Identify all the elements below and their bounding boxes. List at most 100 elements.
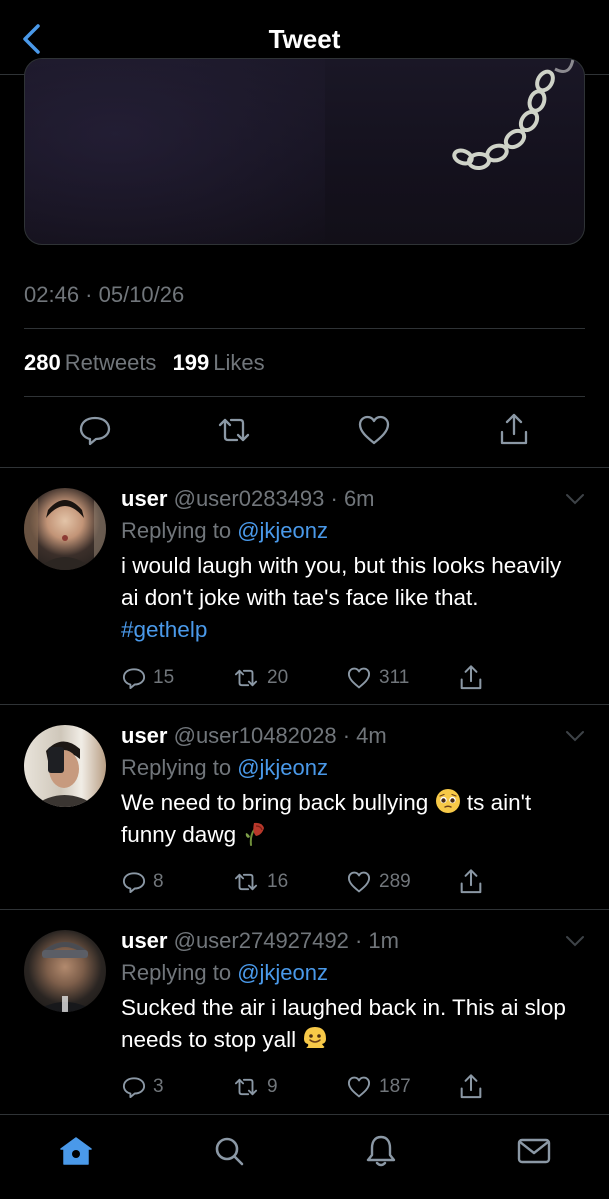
like-count: 289 <box>379 871 411 892</box>
retweet-button[interactable] <box>216 412 252 448</box>
reply-header: user @user274927492 · 1m <box>121 928 399 954</box>
display-name[interactable]: user <box>121 486 167 511</box>
share-icon <box>460 665 482 690</box>
pleading-face-emoji-icon <box>435 789 460 813</box>
avatar-portrait <box>34 942 96 1012</box>
share-button[interactable] <box>457 868 491 896</box>
replying-to-label: Replying to <box>121 960 232 985</box>
reply-button[interactable] <box>77 412 113 448</box>
search-icon <box>215 1137 244 1166</box>
chevron-down-icon[interactable] <box>565 729 585 743</box>
reply-tweet[interactable]: user @user10482028 · 4m Replying to @jkj… <box>0 723 609 909</box>
divider <box>0 909 609 910</box>
like-count-button[interactable]: 187 <box>345 1073 411 1101</box>
reply-count-button[interactable]: 3 <box>121 1073 164 1101</box>
handle-and-time: @user274927492 · 1m <box>173 928 399 953</box>
retweet-icon <box>218 418 250 442</box>
divider <box>0 467 609 468</box>
reply-header: user @user10482028 · 4m <box>121 723 387 749</box>
likes-label[interactable]: Likes <box>213 350 264 375</box>
speech-bubble-icon <box>122 1077 146 1099</box>
replying-to: Replying to @jkjeonz <box>121 518 328 544</box>
replying-to-handle[interactable]: @jkjeonz <box>237 518 328 543</box>
retweet-count-button[interactable]: 20 <box>231 664 288 692</box>
share-button[interactable] <box>496 412 532 448</box>
like-count: 311 <box>379 667 410 688</box>
reply-tweet[interactable]: user @user274927492 · 1m Replying to @jk… <box>0 928 609 1114</box>
tweet-actions <box>0 412 609 452</box>
avatar-portrait <box>24 488 106 570</box>
like-count-button[interactable]: 311 <box>345 664 409 692</box>
media-chain-detail <box>452 59 575 171</box>
retweet-count: 20 <box>267 667 289 688</box>
like-count-button[interactable]: 289 <box>345 868 411 896</box>
avatar[interactable] <box>24 725 106 807</box>
handle-and-time: @user10482028 · 4m <box>173 723 387 748</box>
home-icon <box>60 1137 92 1165</box>
heart-icon <box>347 1076 371 1098</box>
display-name[interactable]: user <box>121 723 167 748</box>
share-icon <box>460 1074 482 1099</box>
replying-to-label: Replying to <box>121 755 232 780</box>
reply-text: i would laugh with you, but this looks h… <box>121 550 571 646</box>
tweet-stats: 280 Retweets 199 Likes <box>24 350 275 376</box>
reply-text: We need to bring back bullying ts ain't … <box>121 787 571 851</box>
heart-icon <box>347 667 371 689</box>
reply-body: i would laugh with you, but this looks h… <box>121 553 562 610</box>
bell-icon <box>366 1135 396 1167</box>
like-count: 187 <box>379 1076 411 1097</box>
hashtag-link[interactable]: #gethelp <box>121 617 207 642</box>
replying-to: Replying to @jkjeonz <box>121 755 328 781</box>
speech-bubble-icon <box>79 416 111 446</box>
share-icon <box>500 413 528 445</box>
reply-actions: 8 16 289 <box>121 868 591 896</box>
reply-count: 3 <box>153 1076 164 1097</box>
display-name[interactable]: user <box>121 928 167 953</box>
heart-icon <box>358 415 390 445</box>
bottom-tab-bar <box>0 1114 609 1199</box>
page-title: Tweet <box>268 24 341 54</box>
retweet-count[interactable]: 280 <box>24 350 61 375</box>
chevron-down-icon[interactable] <box>565 934 585 948</box>
handle-and-time: @user0283493 · 6m <box>173 486 375 511</box>
avatar-portrait <box>32 741 98 807</box>
tab-notifications[interactable] <box>363 1133 399 1169</box>
reply-tweet[interactable]: user @user0283493 · 6m Replying to @jkje… <box>0 486 609 704</box>
divider <box>24 328 585 329</box>
avatar[interactable] <box>24 488 106 570</box>
speech-bubble-icon <box>122 872 146 894</box>
retweet-icon <box>234 669 258 687</box>
speech-bubble-icon <box>122 668 146 690</box>
avatar[interactable] <box>24 930 106 1012</box>
retweet-count-button[interactable]: 9 <box>231 1073 278 1101</box>
chevron-down-icon[interactable] <box>565 492 585 506</box>
tab-home[interactable] <box>58 1133 94 1169</box>
retweets-label[interactable]: Retweets <box>65 350 157 375</box>
replying-to-handle[interactable]: @jkjeonz <box>237 960 328 985</box>
like-button[interactable] <box>356 412 392 448</box>
wilted-flower-emoji-icon <box>246 822 265 846</box>
reply-count-button[interactable]: 15 <box>121 664 174 692</box>
retweet-count: 9 <box>267 1076 278 1097</box>
tab-search[interactable] <box>211 1133 247 1169</box>
divider <box>24 396 585 397</box>
melting-face-emoji-icon <box>304 1027 327 1048</box>
reply-header: user @user0283493 · 6m <box>121 486 375 512</box>
reply-count: 8 <box>153 871 164 892</box>
like-count[interactable]: 199 <box>173 350 210 375</box>
media-shadow <box>25 59 325 244</box>
reply-count: 15 <box>153 667 175 688</box>
reply-body: Sucked the air i laughed back in. This a… <box>121 995 566 1052</box>
reply-text: Sucked the air i laughed back in. This a… <box>121 992 571 1056</box>
replying-to-handle[interactable]: @jkjeonz <box>237 755 328 780</box>
reply-actions: 3 9 187 <box>121 1073 591 1101</box>
share-button[interactable] <box>457 664 491 692</box>
reply-count-button[interactable]: 8 <box>121 868 164 896</box>
reply-actions: 15 20 311 <box>121 664 591 692</box>
retweet-count-button[interactable]: 16 <box>231 868 288 896</box>
tab-messages[interactable] <box>516 1133 552 1169</box>
retweet-icon <box>234 873 258 891</box>
share-button[interactable] <box>457 1073 491 1101</box>
tweet-media-image[interactable] <box>24 58 585 245</box>
retweet-count: 16 <box>267 871 289 892</box>
